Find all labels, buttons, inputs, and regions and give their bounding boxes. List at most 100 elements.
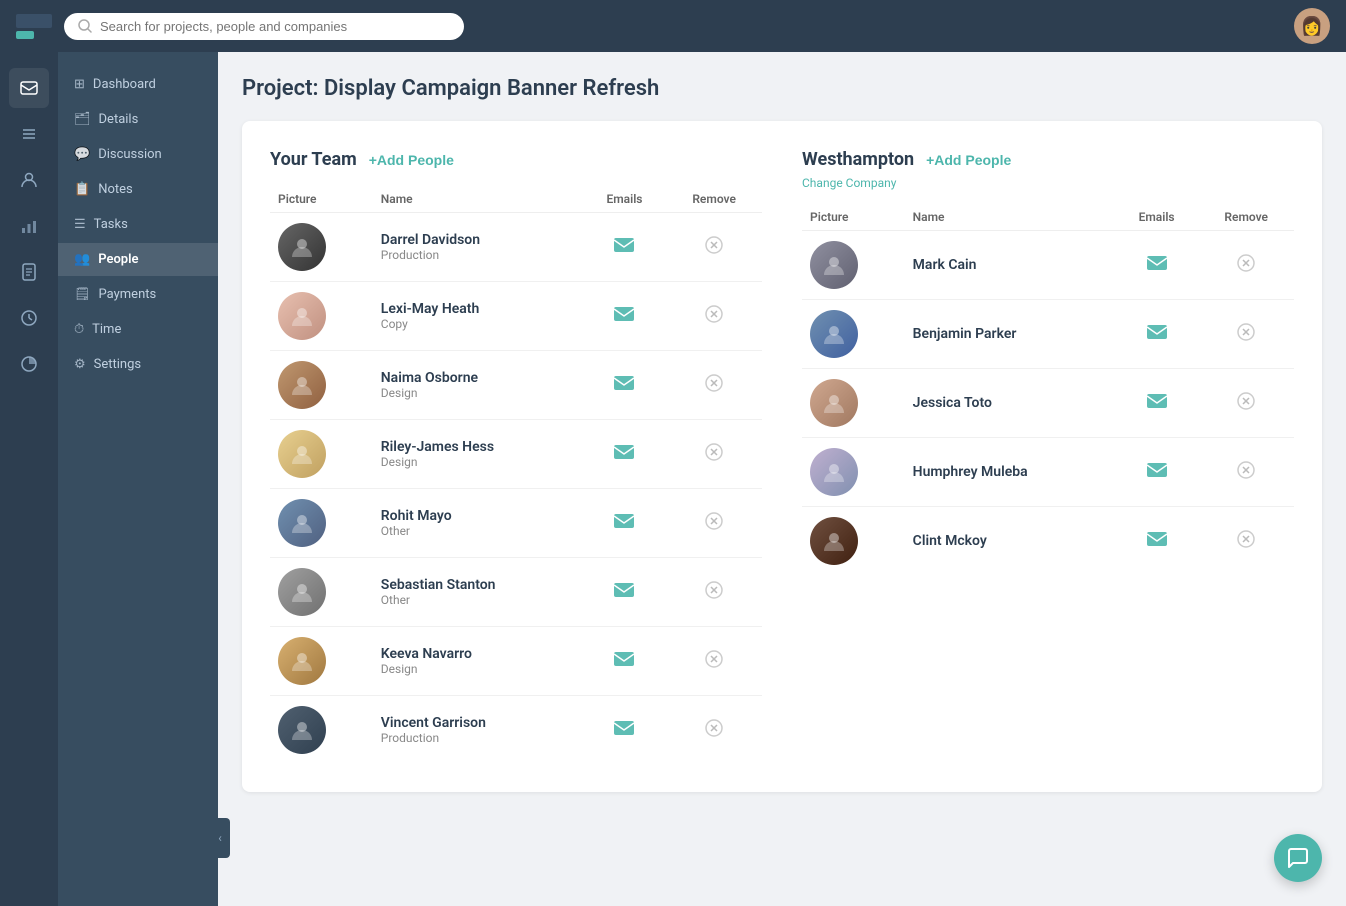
email-icon[interactable] bbox=[613, 306, 635, 327]
rail-icon-clock[interactable] bbox=[9, 298, 49, 338]
person-email-cell[interactable] bbox=[583, 489, 667, 558]
remove-icon[interactable] bbox=[704, 722, 724, 743]
rail-icon-doc[interactable] bbox=[9, 252, 49, 292]
person-role: Production bbox=[381, 731, 575, 745]
email-icon[interactable] bbox=[1146, 324, 1168, 345]
email-icon[interactable] bbox=[613, 375, 635, 396]
person-name: Jessica Toto bbox=[913, 395, 1107, 411]
people-card: Your Team +Add People Picture Name Email… bbox=[242, 121, 1322, 792]
email-icon[interactable] bbox=[1146, 255, 1168, 276]
person-picture-cell bbox=[270, 696, 373, 765]
your-team-add-people-button[interactable]: +Add People bbox=[369, 152, 454, 168]
sidebar-item-label: Notes bbox=[98, 182, 133, 197]
person-remove-cell[interactable] bbox=[666, 558, 762, 627]
rail-icon-inbox[interactable] bbox=[9, 68, 49, 108]
person-remove-cell[interactable] bbox=[666, 489, 762, 558]
remove-icon[interactable] bbox=[704, 584, 724, 605]
person-name: Lexi-May Heath bbox=[381, 301, 575, 317]
person-email-cell[interactable] bbox=[583, 420, 667, 489]
rail-icon-pie[interactable] bbox=[9, 344, 49, 384]
person-name: Clint Mckoy bbox=[913, 533, 1107, 549]
person-remove-cell[interactable] bbox=[666, 696, 762, 765]
sidebar-item-people[interactable]: 👥 People bbox=[58, 243, 218, 276]
sidebar-collapse-button[interactable]: ‹ bbox=[210, 818, 230, 858]
person-remove-cell[interactable] bbox=[666, 420, 762, 489]
person-name-cell: Benjamin Parker bbox=[905, 300, 1115, 369]
sidebar-item-details[interactable]: 🗂 Details bbox=[58, 103, 218, 136]
person-remove-cell[interactable] bbox=[1198, 300, 1294, 369]
person-email-cell[interactable] bbox=[1115, 438, 1199, 507]
search-bar[interactable] bbox=[64, 13, 464, 40]
person-email-cell[interactable] bbox=[1115, 300, 1199, 369]
col-name: Name bbox=[373, 186, 583, 213]
person-email-cell[interactable] bbox=[583, 351, 667, 420]
remove-icon[interactable] bbox=[1236, 464, 1256, 485]
email-icon[interactable] bbox=[613, 582, 635, 603]
person-remove-cell[interactable] bbox=[666, 627, 762, 696]
sidebar-item-settings[interactable]: ⚙ Settings bbox=[58, 348, 218, 381]
person-email-cell[interactable] bbox=[583, 558, 667, 627]
email-icon[interactable] bbox=[1146, 393, 1168, 414]
person-name-cell: Darrel Davidson Production bbox=[373, 213, 583, 282]
sidebar-item-discussion[interactable]: 💬 Discussion bbox=[58, 138, 218, 171]
person-remove-cell[interactable] bbox=[1198, 507, 1294, 576]
email-icon[interactable] bbox=[613, 237, 635, 258]
sidebar-item-payments[interactable]: 🗒 Payments bbox=[58, 278, 218, 311]
email-icon[interactable] bbox=[1146, 531, 1168, 552]
person-email-cell[interactable] bbox=[583, 627, 667, 696]
remove-icon[interactable] bbox=[704, 308, 724, 329]
table-row: Darrel Davidson Production bbox=[270, 213, 762, 282]
user-avatar[interactable]: 👩 bbox=[1294, 8, 1330, 44]
email-icon[interactable] bbox=[613, 513, 635, 534]
remove-icon[interactable] bbox=[704, 653, 724, 674]
rail-icon-chart[interactable] bbox=[9, 206, 49, 246]
person-remove-cell[interactable] bbox=[1198, 369, 1294, 438]
person-email-cell[interactable] bbox=[583, 696, 667, 765]
email-icon[interactable] bbox=[1146, 462, 1168, 483]
col-emails: Emails bbox=[583, 186, 667, 213]
sidebar-item-time[interactable]: ⏱ Time bbox=[58, 313, 218, 346]
rail-icon-list[interactable] bbox=[9, 114, 49, 154]
remove-icon[interactable] bbox=[1236, 395, 1256, 416]
person-remove-cell[interactable] bbox=[666, 351, 762, 420]
change-company-link[interactable]: Change Company bbox=[802, 176, 1294, 190]
table-row: Clint Mckoy bbox=[802, 507, 1294, 576]
person-role: Other bbox=[381, 524, 575, 538]
search-input[interactable] bbox=[100, 19, 450, 34]
person-picture-cell bbox=[270, 558, 373, 627]
person-remove-cell[interactable] bbox=[1198, 231, 1294, 300]
person-picture-cell bbox=[802, 231, 905, 300]
person-email-cell[interactable] bbox=[583, 282, 667, 351]
remove-icon[interactable] bbox=[704, 239, 724, 260]
remove-icon[interactable] bbox=[1236, 533, 1256, 554]
col-emails: Emails bbox=[1115, 204, 1199, 231]
remove-icon[interactable] bbox=[704, 377, 724, 398]
remove-icon[interactable] bbox=[1236, 257, 1256, 278]
table-row: Rohit Mayo Other bbox=[270, 489, 762, 558]
person-remove-cell[interactable] bbox=[666, 213, 762, 282]
person-email-cell[interactable] bbox=[1115, 507, 1199, 576]
westhampton-add-people-button[interactable]: +Add People bbox=[926, 152, 1011, 168]
remove-icon[interactable] bbox=[704, 446, 724, 467]
sidebar-item-notes[interactable]: 📋 Notes bbox=[58, 173, 218, 206]
sidebar-item-tasks[interactable]: ☰ Tasks bbox=[58, 208, 218, 241]
person-email-cell[interactable] bbox=[1115, 369, 1199, 438]
person-email-cell[interactable] bbox=[583, 213, 667, 282]
person-email-cell[interactable] bbox=[1115, 231, 1199, 300]
person-picture-cell bbox=[802, 300, 905, 369]
person-remove-cell[interactable] bbox=[1198, 438, 1294, 507]
sidebar-item-dashboard[interactable]: ⊞ Dashboard bbox=[58, 68, 218, 101]
col-remove: Remove bbox=[666, 186, 762, 213]
remove-icon[interactable] bbox=[1236, 326, 1256, 347]
email-icon[interactable] bbox=[613, 651, 635, 672]
westhampton-section: Westhampton +Add People Change Company P… bbox=[802, 149, 1294, 764]
person-picture-cell bbox=[802, 369, 905, 438]
person-remove-cell[interactable] bbox=[666, 282, 762, 351]
rail-icon-person[interactable] bbox=[9, 160, 49, 200]
email-icon[interactable] bbox=[613, 720, 635, 741]
chat-fab-button[interactable] bbox=[1274, 834, 1322, 882]
remove-icon[interactable] bbox=[704, 515, 724, 536]
email-icon[interactable] bbox=[613, 444, 635, 465]
payments-icon: 🗒 bbox=[74, 287, 91, 302]
person-name-cell: Keeva Navarro Design bbox=[373, 627, 583, 696]
